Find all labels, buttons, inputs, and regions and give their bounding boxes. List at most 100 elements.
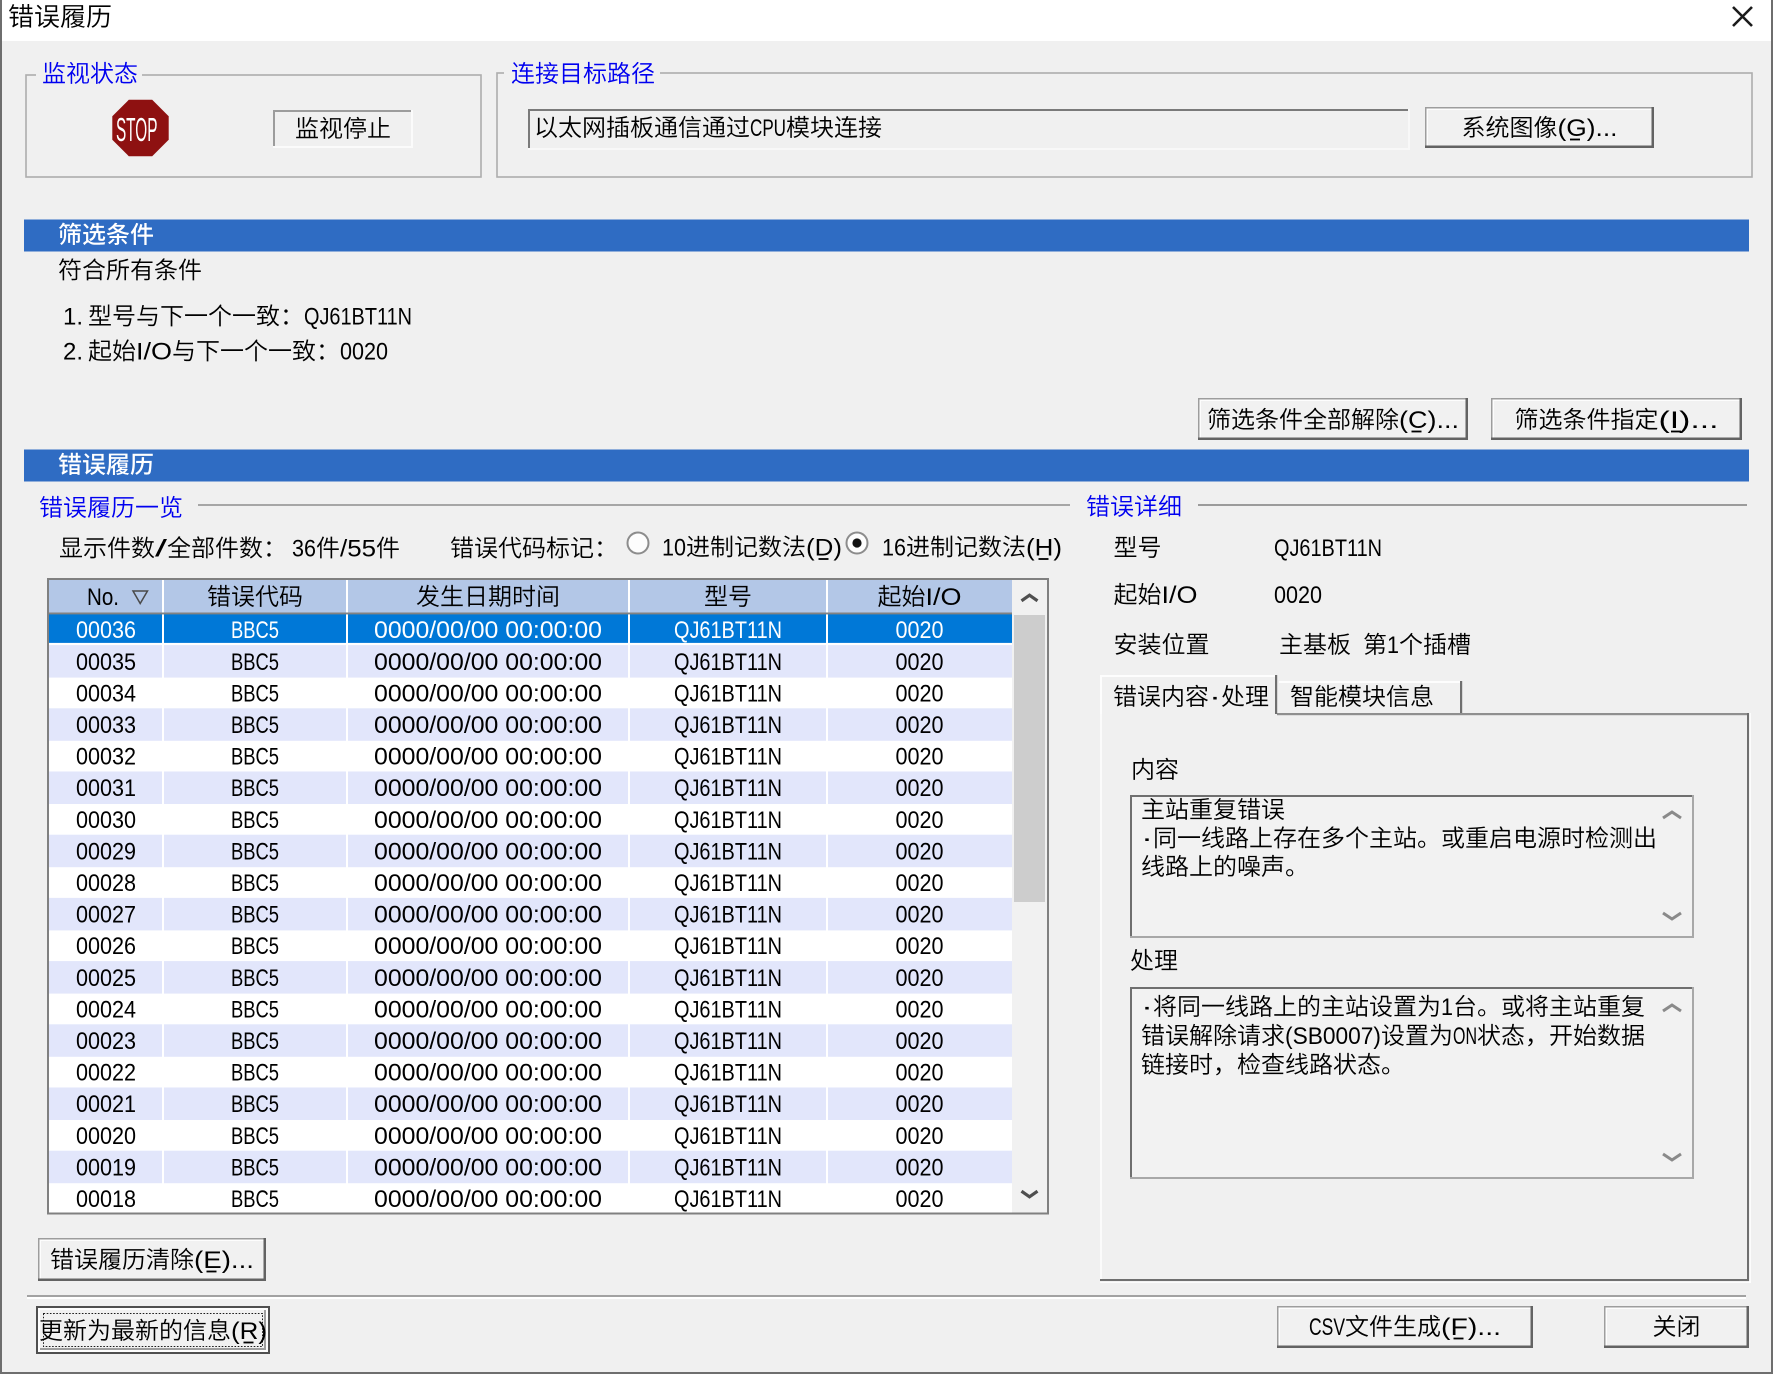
svg-text:0000/00/00 00:00:00: 0000/00/00 00:00:00 bbox=[374, 807, 602, 834]
svg-text:0000/00/00 00:00:00: 0000/00/00 00:00:00 bbox=[374, 1091, 602, 1118]
svg-text:0020: 0020 bbox=[896, 649, 944, 676]
svg-text:BBC5: BBC5 bbox=[231, 744, 279, 771]
svg-text:(R): (R) bbox=[231, 1318, 267, 1345]
svg-text:QJ61BT11N: QJ61BT11N bbox=[674, 870, 782, 897]
svg-text:1.: 1. bbox=[63, 304, 83, 331]
svg-text:QJ61BT11N: QJ61BT11N bbox=[674, 933, 782, 960]
svg-text:0020: 0020 bbox=[896, 1091, 944, 1118]
svg-text:00028: 00028 bbox=[76, 870, 136, 897]
svg-text:(H): (H) bbox=[1026, 535, 1062, 562]
svg-text:0020: 0020 bbox=[896, 965, 944, 992]
svg-text:QJ61BT11N: QJ61BT11N bbox=[674, 680, 782, 707]
svg-text:BBC5: BBC5 bbox=[231, 996, 279, 1023]
svg-text:0000/00/00 00:00:00: 0000/00/00 00:00:00 bbox=[374, 870, 602, 897]
svg-text:QJ61BT11N: QJ61BT11N bbox=[674, 1186, 782, 1213]
svg-text:00018: 00018 bbox=[76, 1186, 136, 1213]
svg-text:QJ61BT11N: QJ61BT11N bbox=[674, 744, 782, 771]
svg-text:00034: 00034 bbox=[76, 680, 136, 707]
svg-text:CSV: CSV bbox=[1309, 1314, 1345, 1341]
svg-text:QJ61BT11N: QJ61BT11N bbox=[1274, 535, 1382, 562]
svg-text:·: · bbox=[1209, 684, 1221, 711]
svg-text:0000/00/00 00:00:00: 0000/00/00 00:00:00 bbox=[374, 680, 602, 707]
svg-text:00026: 00026 bbox=[76, 933, 136, 960]
svg-text:(I)...: (I)... bbox=[1659, 407, 1719, 434]
svg-text:0000/00/00 00:00:00: 0000/00/00 00:00:00 bbox=[374, 996, 602, 1023]
svg-text:BBC5: BBC5 bbox=[231, 807, 279, 834]
svg-text:0020: 0020 bbox=[896, 680, 944, 707]
svg-text:0020: 0020 bbox=[896, 1154, 944, 1181]
svg-text:·: · bbox=[1141, 994, 1153, 1021]
svg-text:BBC5: BBC5 bbox=[231, 680, 279, 707]
svg-text:00019: 00019 bbox=[76, 1154, 136, 1181]
svg-text:QJ61BT11N: QJ61BT11N bbox=[674, 996, 782, 1023]
svg-text:0000/00/00 00:00:00: 0000/00/00 00:00:00 bbox=[374, 649, 602, 676]
svg-text:00020: 00020 bbox=[76, 1123, 136, 1150]
svg-text:0020: 0020 bbox=[896, 996, 944, 1023]
svg-text:0020: 0020 bbox=[896, 870, 944, 897]
svg-text:0020: 0020 bbox=[896, 744, 944, 771]
svg-text:QJ61BT11N: QJ61BT11N bbox=[674, 838, 782, 865]
svg-text:QJ61BT11N: QJ61BT11N bbox=[674, 965, 782, 992]
svg-text:BBC5: BBC5 bbox=[231, 775, 279, 802]
svg-text:BBC5: BBC5 bbox=[231, 1091, 279, 1118]
svg-text:0000/00/00 00:00:00: 0000/00/00 00:00:00 bbox=[374, 933, 602, 960]
svg-text:10: 10 bbox=[662, 535, 686, 562]
svg-text:0000/00/00 00:00:00: 0000/00/00 00:00:00 bbox=[374, 712, 602, 739]
svg-text:0000/00/00 00:00:00: 0000/00/00 00:00:00 bbox=[374, 1028, 602, 1055]
svg-text:00036: 00036 bbox=[76, 617, 136, 644]
svg-text:0000/00/00 00:00:00: 0000/00/00 00:00:00 bbox=[374, 617, 602, 644]
svg-text:(G)...: (G)... bbox=[1558, 115, 1618, 142]
svg-text:I/O: I/O bbox=[926, 584, 962, 611]
svg-text:0020: 0020 bbox=[896, 1186, 944, 1213]
svg-text:0000/00/00 00:00:00: 0000/00/00 00:00:00 bbox=[374, 902, 602, 929]
svg-text:I/O: I/O bbox=[136, 339, 172, 366]
svg-text:QJ61BT11N: QJ61BT11N bbox=[674, 807, 782, 834]
svg-text:BBC5: BBC5 bbox=[231, 1186, 279, 1213]
svg-text:0020: 0020 bbox=[896, 1028, 944, 1055]
svg-text:2.: 2. bbox=[63, 339, 83, 366]
svg-text:I/O: I/O bbox=[1162, 582, 1198, 609]
svg-text:00023: 00023 bbox=[76, 1028, 136, 1055]
svg-text:1: 1 bbox=[1387, 632, 1399, 659]
svg-text:BBC5: BBC5 bbox=[231, 1123, 279, 1150]
svg-text:QJ61BT11N: QJ61BT11N bbox=[304, 304, 412, 331]
svg-text:No.: No. bbox=[87, 584, 119, 611]
svg-text:0000/00/00 00:00:00: 0000/00/00 00:00:00 bbox=[374, 965, 602, 992]
svg-text:QJ61BT11N: QJ61BT11N bbox=[674, 617, 782, 644]
svg-text:36: 36 bbox=[292, 536, 316, 563]
svg-text:BBC5: BBC5 bbox=[231, 902, 279, 929]
svg-text:00021: 00021 bbox=[76, 1091, 136, 1118]
svg-text:QJ61BT11N: QJ61BT11N bbox=[674, 775, 782, 802]
svg-text:BBC5: BBC5 bbox=[231, 838, 279, 865]
svg-text:(SB0007): (SB0007) bbox=[1285, 1023, 1381, 1050]
svg-text:0020: 0020 bbox=[896, 775, 944, 802]
svg-text:QJ61BT11N: QJ61BT11N bbox=[674, 1028, 782, 1055]
svg-text:·: · bbox=[1141, 826, 1153, 853]
svg-text:16: 16 bbox=[882, 535, 906, 562]
svg-text:BBC5: BBC5 bbox=[231, 1028, 279, 1055]
svg-text:QJ61BT11N: QJ61BT11N bbox=[674, 1091, 782, 1118]
svg-text:00031: 00031 bbox=[76, 775, 136, 802]
svg-text:0000/00/00 00:00:00: 0000/00/00 00:00:00 bbox=[374, 1154, 602, 1181]
svg-text:1: 1 bbox=[1441, 994, 1453, 1021]
svg-text:QJ61BT11N: QJ61BT11N bbox=[674, 1154, 782, 1181]
svg-text:0000/00/00 00:00:00: 0000/00/00 00:00:00 bbox=[374, 744, 602, 771]
svg-text:0000/00/00 00:00:00: 0000/00/00 00:00:00 bbox=[374, 1123, 602, 1150]
svg-text:0020: 0020 bbox=[896, 712, 944, 739]
svg-text:0000/00/00 00:00:00: 0000/00/00 00:00:00 bbox=[374, 1186, 602, 1213]
svg-text:0020: 0020 bbox=[896, 838, 944, 865]
svg-text:BBC5: BBC5 bbox=[231, 649, 279, 676]
svg-text:00022: 00022 bbox=[76, 1060, 136, 1087]
svg-text:/55: /55 bbox=[340, 536, 376, 563]
svg-text:0020: 0020 bbox=[896, 617, 944, 644]
svg-text:0020: 0020 bbox=[896, 807, 944, 834]
svg-text:00029: 00029 bbox=[76, 838, 136, 865]
svg-text:ON: ON bbox=[1453, 1023, 1477, 1050]
svg-text:STOP: STOP bbox=[116, 112, 158, 149]
svg-text:BBC5: BBC5 bbox=[231, 1154, 279, 1181]
svg-text:BBC5: BBC5 bbox=[231, 1060, 279, 1087]
svg-text:(D): (D) bbox=[806, 535, 842, 562]
svg-text:QJ61BT11N: QJ61BT11N bbox=[674, 1060, 782, 1087]
svg-text:0020: 0020 bbox=[896, 902, 944, 929]
svg-text:BBC5: BBC5 bbox=[231, 965, 279, 992]
